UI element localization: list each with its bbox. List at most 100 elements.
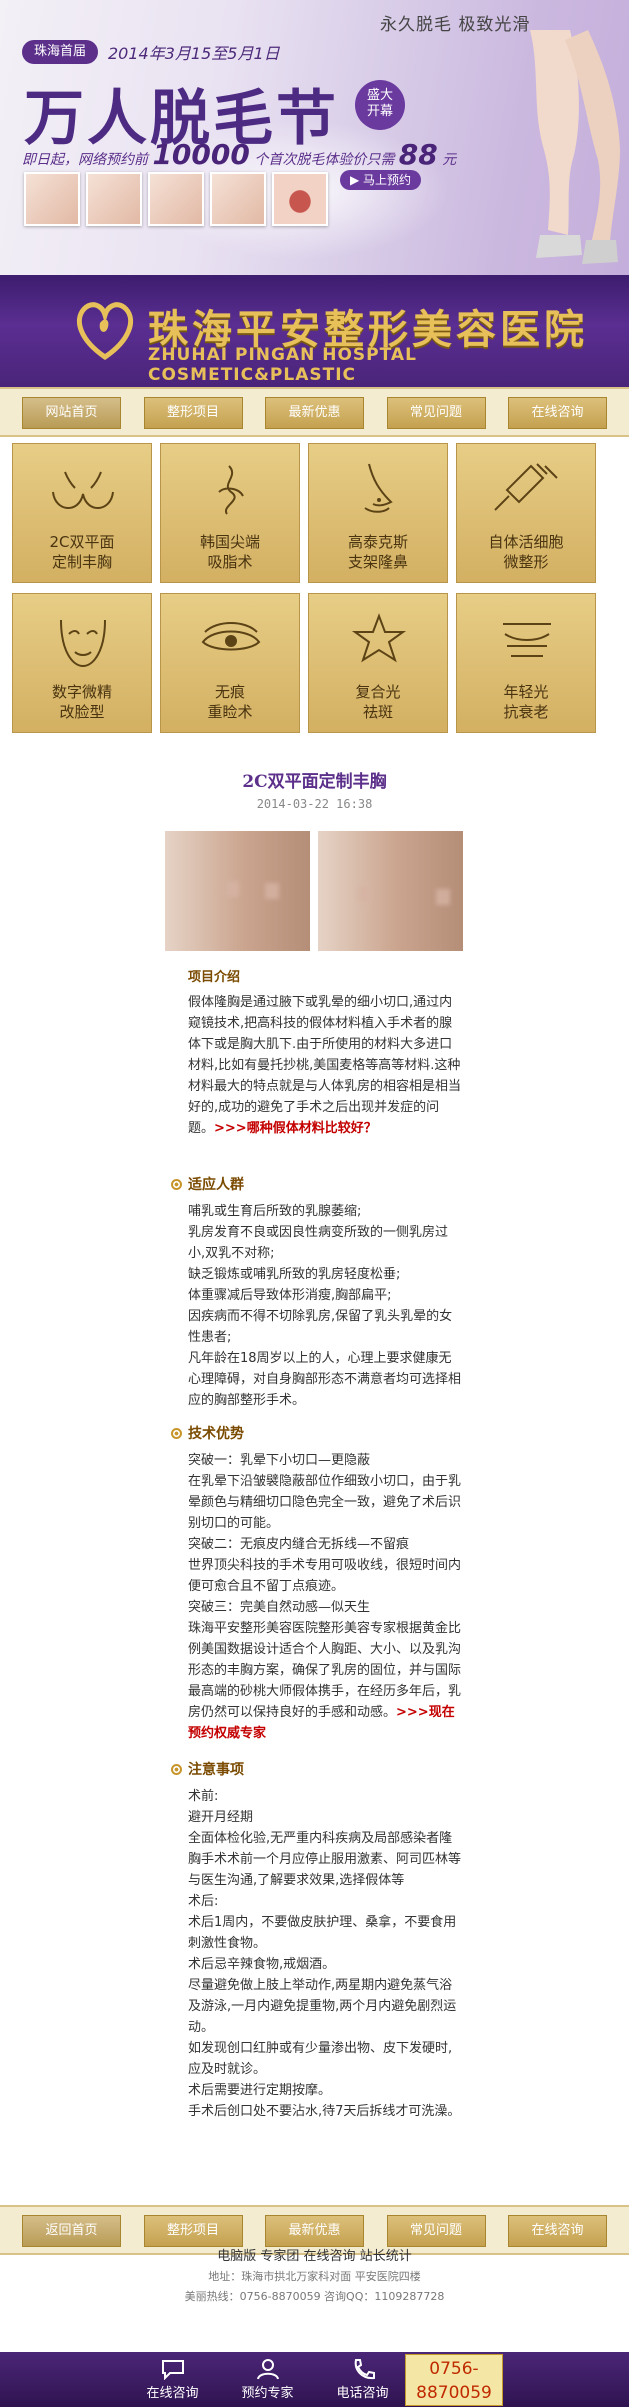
privacy-blur xyxy=(436,889,450,905)
privacy-blur xyxy=(265,883,279,899)
nose-profile-icon xyxy=(364,463,393,513)
project-label: 无痕 重睑术 xyxy=(161,682,299,722)
nav-offers[interactable]: 最新优惠 xyxy=(265,397,364,429)
project-label-line1: 高泰克斯 xyxy=(347,533,408,551)
footer-address: 地址：珠海市拱北万家科对面 平安医院四楼 xyxy=(208,2270,421,2283)
project-label: 韩国尖端 吸脂术 xyxy=(161,532,299,572)
care-item: 与医生沟通,了解要求效果,选择假体等 xyxy=(188,1873,405,1888)
project-label: 复合光 祛斑 xyxy=(309,682,447,722)
care-heading: 注意事项 xyxy=(171,1757,446,1783)
thumb-underarm xyxy=(148,172,204,226)
phone-consult-label: 电话咨询 xyxy=(336,2386,389,2401)
advantage-item: 突破一：乳晕下小切口—更隐蔽 xyxy=(188,1453,371,1468)
grand-opening-badge: 盛大 开幕 xyxy=(355,80,405,130)
project-label-line2: 抗衰老 xyxy=(503,703,549,721)
advantage-item: 突破二：无痕皮内缝合无拆线—不留痕 xyxy=(188,1537,410,1552)
project-label-line1: 复合光 xyxy=(355,683,401,701)
crowd-list: 哺乳或生育后所致的乳腺萎缩; 乳房发育不良或因良性病变所致的一侧乳房过小,双乳不… xyxy=(188,1201,463,1411)
project-face-contour[interactable]: 数字微精 改脸型 xyxy=(12,593,152,733)
project-label-line2: 重睑术 xyxy=(207,703,253,721)
project-label-line2: 祛斑 xyxy=(362,703,393,721)
care-item: 手术后创口处不要沾水,待7天后拆线才可洗澡。 xyxy=(188,2104,461,2119)
care-item: 术后忌辛辣食物,戒烟酒。 xyxy=(188,1957,336,1972)
phone-icon xyxy=(354,2359,375,2380)
scar-icon xyxy=(201,622,261,651)
project-label: 高泰克斯 支架隆鼻 xyxy=(309,532,447,572)
after-photo xyxy=(318,831,463,951)
project-label-line2: 微整形 xyxy=(503,553,549,571)
hospital-logo-icon xyxy=(76,302,134,361)
advantage-item: 世界顶尖科技的手术专用可吸收线，很短时间内便可愈合且不留丁点痕迹。 xyxy=(188,1558,462,1594)
breast-icon xyxy=(52,471,114,509)
project-double-eyelid[interactable]: 无痕 重睑术 xyxy=(160,593,300,733)
care-heading-text: 注意事项 xyxy=(188,1762,244,1778)
project-label-line1: 2C双平面 xyxy=(49,533,115,551)
project-rhinoplasty[interactable]: 高泰克斯 支架隆鼻 xyxy=(308,443,448,583)
top-nav: 网站首页 整形项目 最新优惠 常见问题 在线咨询 xyxy=(0,387,629,437)
nav-faq[interactable]: 常见问题 xyxy=(386,397,486,429)
promo-banner[interactable]: 珠海首届 2014年3月15至5月1日 永久脱毛 极致光滑 万人脱毛节 盛大 开… xyxy=(0,0,629,275)
footer-contact: 美丽热线：0756-8870059 咨询QQ：1109287728 xyxy=(184,2290,445,2303)
eye-wrinkle-icon xyxy=(503,623,551,657)
crowd-item: 因疾病而不得不切除乳房,保留了乳头乳晕的女性患者; xyxy=(188,1309,453,1345)
article: 2C双平面定制丰胸 2014-03-22 16:38 项目介绍 假体隆胸是通过腋… xyxy=(0,745,629,2205)
care-list: 术前: 避开月经期 全面体检化验,无严重内科疾病及局部感染者隆胸手术术前一个月应… xyxy=(188,1786,463,2122)
care-item: 术前: xyxy=(188,1789,219,1804)
footer-links[interactable]: 电脑版 专家团 在线咨询 站长统计 xyxy=(0,2245,629,2264)
offer-prefix: 即日起，网络预约前 xyxy=(22,152,148,168)
care-item: 术后: xyxy=(188,1894,219,1909)
nose-tip-icon xyxy=(218,465,244,515)
hotline-part-1: 0756- xyxy=(429,2359,479,2379)
project-label-line2: 吸脂术 xyxy=(207,553,253,571)
project-label: 年轻光 抗衰老 xyxy=(457,682,595,722)
material-link[interactable]: >>>哪种假体材料比较好？ xyxy=(214,1121,377,1136)
promo-offer: 即日起，网络预约前 10000 个首次脱毛体验价只需 88 元 xyxy=(22,138,456,171)
before-photo xyxy=(165,831,310,951)
thumb-back xyxy=(210,172,266,226)
project-label: 自体活细胞 微整形 xyxy=(457,532,595,572)
project-label: 2C双平面 定制丰胸 xyxy=(13,532,151,572)
crowd-item: 乳房发育不良或因良性病变所致的一侧乳房过小,双乳不对称; xyxy=(188,1225,449,1261)
advantage-list: 突破一：乳晕下小切口—更隐蔽 在乳晕下沿皱襞隐蔽部位作细致小切口，由于乳晕颜色与… xyxy=(188,1450,463,1744)
promo-thumbnails xyxy=(24,172,328,226)
thumb-lips xyxy=(272,172,328,226)
doctor-icon xyxy=(256,2359,279,2380)
project-breast[interactable]: 2C双平面 定制丰胸 xyxy=(12,443,152,583)
syringe-icon xyxy=(494,463,558,511)
online-consult-button[interactable]: 在线咨询 xyxy=(125,2352,220,2407)
bottom-action-bar: 在线咨询 预约专家 电话咨询 xyxy=(0,2352,629,2407)
nav-home[interactable]: 网站首页 xyxy=(22,397,121,429)
advantage-item: 珠海平安整形美容医院整形美容专家根据黄金比例美国数据设计适合个人胸距、大小、以及… xyxy=(188,1618,463,1744)
thumb-arm xyxy=(86,172,142,226)
crowd-item: 凡年龄在18周岁以上的人，心理上要求健康无心理障碍，对自身胸部形态不满意者均可选… xyxy=(188,1351,462,1408)
care-item: 避开月经期 xyxy=(188,1810,254,1825)
care-item: 术后需要进行定期按摩。 xyxy=(188,2083,332,2098)
badge-line-2: 开幕 xyxy=(366,104,393,119)
project-liposuction[interactable]: 韩国尖端 吸脂术 xyxy=(160,443,300,583)
footer-info: 电脑版 专家团 在线咨询 站长统计 地址：珠海市拱北万家科对面 平安医院四楼 美… xyxy=(0,2235,629,2304)
advantage-heading-text: 技术优势 xyxy=(188,1426,244,1442)
bullet-icon xyxy=(171,1764,182,1775)
project-anti-aging[interactable]: 年轻光 抗衰老 xyxy=(456,593,596,733)
book-expert-button[interactable]: 预约专家 xyxy=(220,2352,315,2407)
nav-projects[interactable]: 整形项目 xyxy=(143,397,243,429)
intro-body: 假体隆胸是通过腋下或乳晕的细小切口,通过内窥镜技术,把高科技的假体材料植入手术者… xyxy=(188,995,462,1136)
nav-consult[interactable]: 在线咨询 xyxy=(508,397,607,429)
bullet-icon xyxy=(171,1428,182,1439)
badge-line-1: 盛大 xyxy=(366,88,393,103)
crowd-item: 体重骤减后导致体形消瘦,胸部扁平; xyxy=(188,1288,392,1303)
hotline-number[interactable]: 0756- 8870059 xyxy=(405,2354,503,2406)
crowd-heading: 适应人群 xyxy=(171,1172,446,1198)
project-freckle-removal[interactable]: 复合光 祛斑 xyxy=(308,593,448,733)
reserve-now-button[interactable]: ▶ 马上预约 xyxy=(340,170,422,190)
care-item: 尽量避免做上肢上举动作,两星期内避免蒸气浴及游泳,一月内避免提重物,两个月内避免… xyxy=(188,1978,457,2035)
privacy-blur xyxy=(225,881,239,897)
phone-consult-button[interactable]: 电话咨询 xyxy=(315,2352,410,2407)
project-micro-injection[interactable]: 自体活细胞 微整形 xyxy=(456,443,596,583)
care-item: 术后1周内，不要做皮肤护理、桑拿，不要食用刺激性食物。 xyxy=(188,1915,457,1951)
book-expert-label: 预约专家 xyxy=(241,2386,294,2401)
article-title: 2C双平面定制丰胸 xyxy=(242,772,387,792)
face-icon xyxy=(60,619,106,668)
chat-bubble-icon xyxy=(161,2360,184,2380)
project-label-line2: 改脸型 xyxy=(59,703,105,721)
